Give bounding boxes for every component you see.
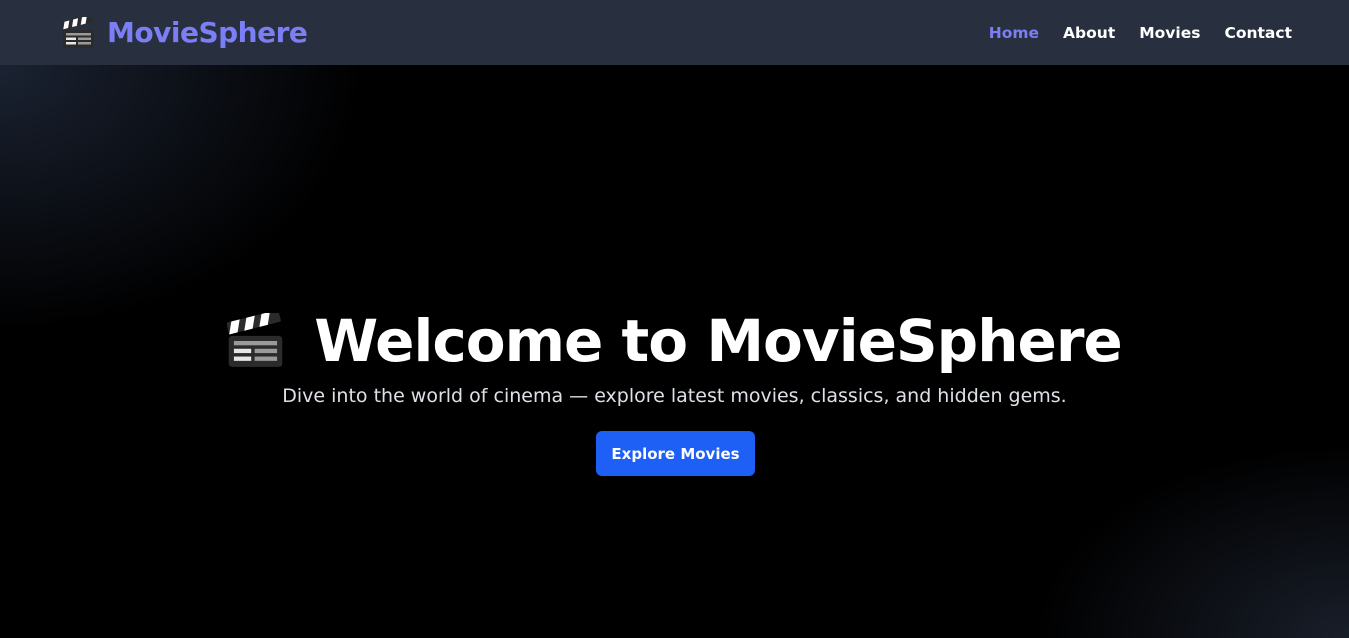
hero-heading: Welcome to MovieSphere: [0, 307, 1349, 375]
clapperboard-icon: [227, 313, 284, 369]
hero-subtitle: Dive into the world of cinema — explore …: [282, 385, 1067, 407]
navbar: MovieSphere Home About Movies Contact: [0, 0, 1349, 65]
hero-title: Welcome to MovieSphere: [314, 307, 1123, 375]
hero-content: Welcome to MovieSphere Dive into the wor…: [0, 65, 1349, 638]
nav-links: Home About Movies Contact: [989, 24, 1292, 42]
clapperboard-icon: [62, 16, 95, 49]
nav-link-movies[interactable]: Movies: [1139, 24, 1200, 42]
nav-link-home[interactable]: Home: [989, 24, 1039, 42]
explore-movies-button[interactable]: Explore Movies: [596, 431, 755, 476]
brand-name: MovieSphere: [107, 16, 308, 49]
brand[interactable]: MovieSphere: [62, 16, 308, 49]
nav-link-contact[interactable]: Contact: [1224, 24, 1292, 42]
nav-link-about[interactable]: About: [1063, 24, 1115, 42]
hero-section: Welcome to MovieSphere Dive into the wor…: [0, 65, 1349, 638]
